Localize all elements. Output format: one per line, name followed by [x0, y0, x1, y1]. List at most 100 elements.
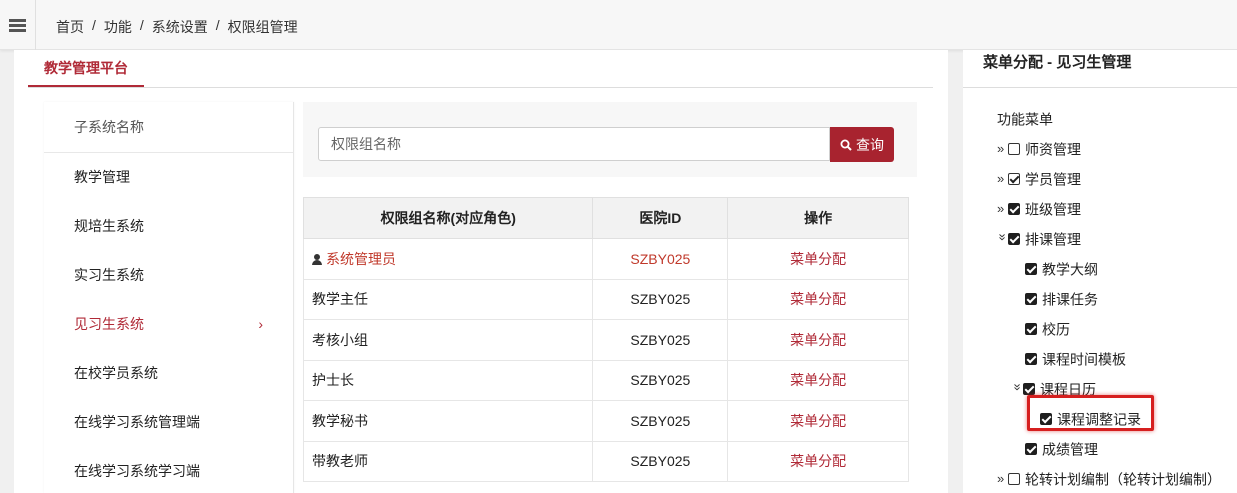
subsystem-item-label: 见习生系统 — [74, 316, 144, 332]
tree-node-rotation-plan[interactable]: » 轮转计划编制（轮转计划编制） — [963, 465, 1237, 493]
menu-assign-link[interactable]: 菜单分配 — [727, 278, 909, 320]
breadcrumb-system-settings[interactable]: 系统设置 — [152, 17, 208, 37]
subsystem-item[interactable]: 规培生系统 — [44, 202, 293, 251]
breadcrumb: 首页 / 功能 / 系统设置 / 权限组管理 — [56, 17, 298, 37]
tree-node-label: 轮转计划编制（轮转计划编制） — [1025, 471, 1221, 488]
subsystem-item[interactable]: 实习生系统 — [44, 251, 293, 300]
expand-arrow-icon[interactable]: » — [997, 196, 1008, 222]
checkbox-icon[interactable] — [1008, 173, 1020, 186]
tree-node-label: 课程时间模板 — [1042, 351, 1126, 368]
hamburger-menu-icon[interactable] — [0, 0, 36, 50]
search-button[interactable]: 查询 — [830, 127, 894, 162]
breadcrumb-separator: / — [215, 17, 220, 33]
subsystem-item[interactable]: 教学管理 — [44, 153, 293, 202]
top-bar: 首页 / 功能 / 系统设置 / 权限组管理 — [0, 0, 1237, 50]
highlight-box — [1027, 395, 1154, 431]
group-name-cell: 护士长 — [302, 359, 594, 401]
subsystem-list-header: 子系统名称 — [44, 102, 293, 153]
tree-node-students[interactable]: » 学员管理 — [963, 165, 1237, 195]
column-header-actions: 操作 — [727, 197, 909, 239]
checkbox-icon[interactable] — [1025, 353, 1037, 366]
checkbox-icon[interactable] — [1023, 383, 1035, 396]
tree-root: 功能菜单 — [963, 105, 1237, 135]
hospital-id-cell: SZBY025 — [592, 319, 729, 361]
hospital-id-cell: SZBY025 — [592, 400, 729, 442]
subsystem-list: 子系统名称 教学管理 规培生系统 实习生系统 见习生系统 › 在校学员系统 在线… — [44, 102, 294, 493]
tree-node-schedule-tasks[interactable]: 排课任务 — [963, 285, 1237, 315]
group-name-cell: 教学主任 — [302, 278, 594, 320]
checkbox-icon[interactable] — [1025, 263, 1037, 276]
checkbox-icon[interactable] — [1025, 293, 1037, 306]
checkbox-icon[interactable] — [1008, 233, 1020, 246]
subsystem-item[interactable]: 在校学员系统 — [44, 349, 293, 398]
tree-node-label: 学员管理 — [1025, 171, 1081, 188]
breadcrumb-separator: / — [92, 17, 96, 33]
table-row[interactable]: 教学主任 SZBY025 菜单分配 — [302, 278, 909, 320]
table-header-row: 权限组名称(对应角色) 医院ID 操作 — [302, 197, 909, 239]
checkbox-icon[interactable] — [1008, 203, 1020, 216]
search-input[interactable] — [318, 127, 830, 161]
subsystem-item-active[interactable]: 见习生系统 › — [44, 300, 293, 349]
hospital-id-cell: SZBY025 — [592, 278, 729, 320]
permission-group-table: 权限组名称(对应角色) 医院ID 操作 系统管理员 SZBY025 菜单分配 教… — [302, 197, 909, 482]
tree-node-school-calendar[interactable]: 校历 — [963, 315, 1237, 345]
menu-assign-link[interactable]: 菜单分配 — [727, 400, 909, 442]
group-name-cell: 系统管理员 — [302, 238, 594, 280]
menu-assign-link[interactable]: 菜单分配 — [727, 440, 909, 482]
tree-node-scheduling[interactable]: » 排课管理 — [963, 225, 1237, 255]
tree-node-label: 校历 — [1042, 321, 1070, 338]
panel-title: 菜单分配 - 见习生管理 — [963, 50, 1237, 88]
column-header-hospital-id: 医院ID — [592, 197, 729, 239]
breadcrumb-current: 权限组管理 — [227, 19, 298, 35]
expand-arrow-icon[interactable]: » — [997, 166, 1008, 192]
checkbox-icon[interactable] — [1025, 443, 1037, 456]
search-icon — [840, 139, 852, 151]
tree-root-label: 功能菜单 — [997, 111, 1053, 128]
hospital-id-cell: SZBY025 — [592, 359, 729, 401]
tab-teaching-platform[interactable]: 教学管理平台 — [28, 50, 144, 88]
tree-node-label: 教学大纲 — [1042, 261, 1098, 278]
group-name-cell: 考核小组 — [302, 319, 594, 361]
checkbox-icon[interactable] — [1008, 473, 1020, 486]
tree-node-label: 师资管理 — [1025, 141, 1081, 158]
menu-tree: 功能菜单 » 师资管理 » 学员管理 » 班级管理 » 排课管理 教学大纲 排课任务 校… — [963, 105, 1237, 493]
breadcrumb-home[interactable]: 首页 — [56, 17, 84, 37]
tree-node-label: 排课管理 — [1025, 231, 1081, 248]
table-row[interactable]: 护士长 SZBY025 菜单分配 — [302, 359, 909, 401]
search-button-label: 查询 — [856, 136, 884, 153]
menu-assign-link[interactable]: 菜单分配 — [727, 359, 909, 401]
menu-assign-link[interactable]: 菜单分配 — [727, 319, 909, 361]
breadcrumb-features[interactable]: 功能 — [104, 17, 132, 37]
table-row[interactable]: 教学秘书 SZBY025 菜单分配 — [302, 400, 909, 442]
tree-node-grades[interactable]: 成绩管理 — [963, 435, 1237, 465]
hospital-id-cell: SZBY025 — [592, 238, 729, 280]
table-row[interactable]: 带教老师 SZBY025 菜单分配 — [302, 440, 909, 482]
expand-arrow-icon[interactable]: » — [997, 136, 1008, 162]
tree-node-faculty[interactable]: » 师资管理 — [963, 135, 1237, 165]
main-panel: 教学管理平台 子系统名称 教学管理 规培生系统 实习生系统 见习生系统 › 在校… — [14, 50, 948, 493]
group-name: 系统管理员 — [326, 250, 396, 267]
breadcrumb-separator: / — [139, 17, 144, 33]
menu-assignment-panel: 菜单分配 - 见习生管理 功能菜单 » 师资管理 » 学员管理 » 班级管理 » 排课管… — [963, 50, 1237, 493]
chevron-right-icon: › — [258, 316, 263, 332]
table-row[interactable]: 考核小组 SZBY025 菜单分配 — [302, 319, 909, 361]
subsystem-item[interactable]: 在线学习系统管理端 — [44, 398, 293, 447]
tree-node-syllabus[interactable]: 教学大纲 — [963, 255, 1237, 285]
tree-node-time-template[interactable]: 课程时间模板 — [963, 345, 1237, 375]
subsystem-item[interactable]: 在线学习系统学习端 — [44, 447, 293, 493]
tree-node-label: 成绩管理 — [1042, 441, 1098, 458]
table-row[interactable]: 系统管理员 SZBY025 菜单分配 — [302, 238, 909, 280]
search-bar: 查询 — [303, 102, 917, 177]
tree-node-label: 排课任务 — [1042, 291, 1098, 308]
tree-node-classes[interactable]: » 班级管理 — [963, 195, 1237, 225]
expand-arrow-icon[interactable]: » — [997, 466, 1008, 492]
group-name-cell: 教学秘书 — [302, 400, 594, 442]
tab-divider — [28, 87, 933, 88]
user-icon — [312, 253, 322, 265]
checkbox-icon[interactable] — [1025, 323, 1037, 336]
hospital-id-cell: SZBY025 — [592, 440, 729, 482]
column-header-name: 权限组名称(对应角色) — [302, 197, 594, 239]
group-name-cell: 带教老师 — [302, 440, 594, 482]
menu-assign-link[interactable]: 菜单分配 — [727, 238, 909, 280]
checkbox-icon[interactable] — [1008, 143, 1020, 156]
